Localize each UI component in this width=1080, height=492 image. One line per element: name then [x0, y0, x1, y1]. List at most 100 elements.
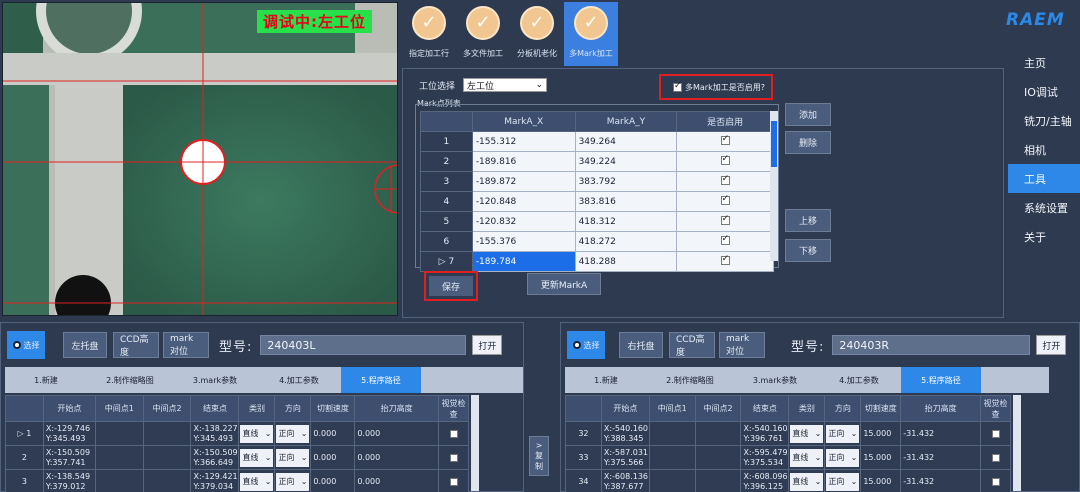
- mid2-cell[interactable]: [694, 469, 742, 492]
- end-point-cell[interactable]: X:-150.509 Y:366.649: [190, 445, 240, 470]
- speed-cell[interactable]: 15.000: [860, 445, 902, 470]
- mark-align-button[interactable]: mark对位: [719, 332, 765, 358]
- nav-about[interactable]: 关于: [1008, 222, 1080, 251]
- mark-x-cell-selected[interactable]: -189.784: [471, 251, 576, 272]
- left-table-scrollbar[interactable]: [471, 395, 479, 491]
- lift-cell[interactable]: 0.000: [354, 421, 440, 446]
- mark-x-cell[interactable]: -189.872: [471, 171, 576, 192]
- table-row[interactable]: 6 -155.376 418.272: [420, 231, 774, 252]
- enabled-checkbox[interactable]: [720, 134, 730, 145]
- open-button[interactable]: 打开: [1036, 335, 1067, 355]
- enabled-checkbox[interactable]: [720, 254, 730, 265]
- enabled-checkbox[interactable]: [720, 174, 730, 185]
- table-row[interactable]: 3 -189.872 383.792: [420, 171, 774, 192]
- enabled-checkbox[interactable]: [720, 234, 730, 245]
- table-row[interactable]: 4 -120.848 383.816: [420, 191, 774, 212]
- mid2-cell[interactable]: [694, 421, 742, 446]
- delete-button[interactable]: 删除: [785, 131, 831, 154]
- model-input[interactable]: 240403R: [832, 335, 1031, 355]
- lift-cell[interactable]: 0.000: [354, 445, 440, 470]
- ccd-height-button[interactable]: CCD高度: [669, 332, 715, 358]
- mark-y-cell[interactable]: 349.264: [574, 131, 678, 152]
- direction-dropdown[interactable]: 正向 ⌄: [826, 424, 860, 443]
- mark-align-button[interactable]: mark对位: [163, 332, 209, 358]
- nav-home[interactable]: 主页: [1008, 48, 1080, 77]
- table-row[interactable]: 1 -155.312 349.264: [420, 131, 774, 152]
- vision-checkbox[interactable]: [991, 453, 1000, 462]
- end-point-cell[interactable]: X:-540.160 Y:396.761: [740, 421, 790, 446]
- start-point-cell[interactable]: X:-129.746 Y:345.493: [42, 421, 96, 446]
- vision-checkbox[interactable]: [449, 429, 458, 438]
- tab-program-path[interactable]: 5.程序路径: [341, 367, 421, 393]
- vision-checkbox[interactable]: [991, 429, 1000, 438]
- mid2-cell[interactable]: [142, 421, 192, 446]
- mark-table-scrollbar[interactable]: [770, 111, 778, 261]
- start-point-cell[interactable]: X:-150.509 Y:357.741: [42, 445, 96, 470]
- direction-dropdown[interactable]: 正向 ⌄: [276, 448, 310, 467]
- tab-aging[interactable]: ✓ 分板机老化: [510, 2, 564, 66]
- tab-mark-params[interactable]: 3.mark参数: [173, 367, 257, 393]
- enable-checkbox[interactable]: [673, 81, 682, 92]
- speed-cell[interactable]: 15.000: [860, 469, 902, 492]
- mark-x-cell[interactable]: -120.832: [471, 211, 576, 232]
- right-select-radio[interactable]: 选择: [567, 331, 605, 359]
- tab-process-params[interactable]: 4.加工参数: [817, 367, 901, 393]
- table-row[interactable]: 2 -189.816 349.224: [420, 151, 774, 172]
- direction-dropdown[interactable]: 正向 ⌄: [826, 448, 860, 467]
- mark-y-cell[interactable]: 418.272: [574, 231, 678, 252]
- tab-multi-mark[interactable]: ✓ 多Mark加工: [564, 2, 618, 66]
- right-tray-button[interactable]: 右托盘: [619, 332, 663, 358]
- tab-thumbnail[interactable]: 2.制作缩略图: [647, 367, 733, 393]
- start-point-cell[interactable]: X:-587.031 Y:375.566: [600, 445, 650, 470]
- left-tray-button[interactable]: 左托盘: [63, 332, 107, 358]
- nav-tools[interactable]: 工具: [1008, 164, 1080, 193]
- tab-designated-row[interactable]: ✓ 指定加工行: [402, 2, 456, 66]
- tab-program-path[interactable]: 5.程序路径: [901, 367, 981, 393]
- mark-y-cell[interactable]: 383.816: [574, 191, 678, 212]
- table-row[interactable]: 33 X:-587.031 Y:375.566 X:-595.479 Y:375.5…: [565, 445, 1011, 470]
- ccd-height-button[interactable]: CCD高度: [113, 332, 159, 358]
- mark-x-cell[interactable]: -189.816: [471, 151, 576, 172]
- end-point-cell[interactable]: X:-138.227 Y:345.493: [190, 421, 240, 446]
- table-row[interactable]: 5 -120.832 418.312: [420, 211, 774, 232]
- direction-dropdown[interactable]: 正向 ⌄: [826, 472, 860, 491]
- speed-cell[interactable]: 0.000: [310, 445, 356, 470]
- table-row[interactable]: ▷ 1 X:-129.746 Y:345.493 X:-138.227 Y:345.…: [5, 421, 469, 446]
- mid1-cell[interactable]: [648, 469, 696, 492]
- mid2-cell[interactable]: [142, 445, 192, 470]
- type-dropdown[interactable]: 直线 ⌄: [790, 472, 824, 491]
- scrollbar-thumb[interactable]: [771, 121, 777, 167]
- start-point-cell[interactable]: X:-138.549 Y:379.012: [42, 469, 96, 492]
- mid1-cell[interactable]: [648, 421, 696, 446]
- mid1-cell[interactable]: [94, 445, 144, 470]
- end-point-cell[interactable]: X:-129.421 Y:379.034: [190, 469, 240, 492]
- direction-dropdown[interactable]: 正向 ⌄: [276, 424, 310, 443]
- lift-cell[interactable]: -31.432: [900, 469, 982, 492]
- table-row[interactable]: 32 X:-540.160 Y:388.345 X:-540.160 Y:396.7…: [565, 421, 1011, 446]
- enabled-checkbox[interactable]: [720, 214, 730, 225]
- mark-y-cell[interactable]: 349.224: [574, 151, 678, 172]
- type-dropdown[interactable]: 直线 ⌄: [240, 424, 274, 443]
- update-mark-button[interactable]: 更新MarkA: [527, 273, 601, 295]
- end-point-cell[interactable]: X:-595.479 Y:375.534: [740, 445, 790, 470]
- type-dropdown[interactable]: 直线 ⌄: [790, 448, 824, 467]
- nav-system-settings[interactable]: 系统设置: [1008, 193, 1080, 222]
- nav-camera[interactable]: 相机: [1008, 135, 1080, 164]
- move-up-button[interactable]: 上移: [785, 209, 831, 232]
- vision-checkbox[interactable]: [991, 477, 1000, 486]
- table-row[interactable]: 3 X:-138.549 Y:379.012 X:-129.421 Y:379.03…: [5, 469, 469, 492]
- end-point-cell[interactable]: X:-608.096 Y:396.125: [740, 469, 790, 492]
- copy-button[interactable]: > 复 制: [529, 436, 549, 476]
- enabled-checkbox[interactable]: [720, 194, 730, 205]
- save-button[interactable]: 保存: [429, 276, 473, 296]
- mark-y-cell[interactable]: 418.288: [574, 251, 678, 272]
- type-dropdown[interactable]: 直线 ⌄: [240, 448, 274, 467]
- direction-dropdown[interactable]: 正向 ⌄: [276, 472, 310, 491]
- enabled-checkbox[interactable]: [720, 154, 730, 165]
- mid1-cell[interactable]: [94, 421, 144, 446]
- speed-cell[interactable]: 0.000: [310, 421, 356, 446]
- table-row[interactable]: ▷ 7 -189.784 418.288: [420, 251, 774, 272]
- tab-thumbnail[interactable]: 2.制作缩略图: [87, 367, 173, 393]
- mid1-cell[interactable]: [94, 469, 144, 492]
- open-button[interactable]: 打开: [472, 335, 503, 355]
